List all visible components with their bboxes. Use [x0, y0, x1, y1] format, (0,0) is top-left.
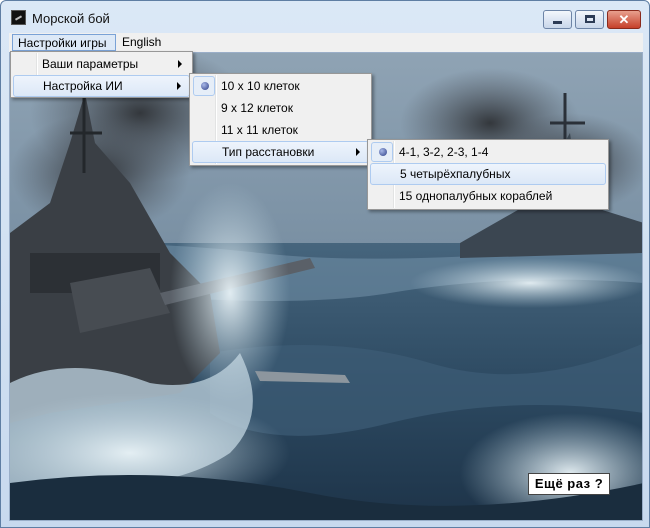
maximize-button[interactable] [575, 10, 604, 29]
menu-item-label: Настройка ИИ [43, 79, 123, 93]
radio-selected-icon [201, 82, 209, 90]
settings-dropdown: Ваши параметры Настройка ИИ [10, 51, 193, 98]
window-title: Морской бой [32, 11, 110, 26]
menu-item-your-parameters[interactable]: Ваши параметры [13, 53, 190, 75]
app-icon [11, 10, 26, 25]
minimize-icon [553, 21, 562, 24]
restart-button[interactable]: Ещё раз ? [528, 473, 610, 495]
menu-item-placement-fifteen-single[interactable]: 15 однопалубных кораблей [370, 185, 606, 207]
placement-type-submenu: 4-1, 3-2, 2-3, 1-4 5 четырёхпалубных 15 … [367, 139, 609, 210]
radio-selected-icon [379, 148, 387, 156]
menu-item-label: Тип расстановки [222, 145, 315, 159]
menu-item-grid-11x11[interactable]: 11 x 11 клеток [192, 119, 369, 141]
menu-item-placement-five-four-deck[interactable]: 5 четырёхпалубных [370, 163, 606, 185]
minimize-button[interactable] [543, 10, 572, 29]
submenu-arrow-icon [178, 60, 182, 68]
menu-item-placement-type[interactable]: Тип расстановки [192, 141, 369, 163]
menu-item-label: 15 однопалубных кораблей [399, 189, 553, 203]
maximize-icon [585, 15, 595, 23]
close-button[interactable]: ✕ [607, 10, 641, 29]
menu-item-label: 5 четырёхпалубных [400, 167, 511, 181]
menu-game-settings[interactable]: Настройки игры [12, 34, 116, 51]
menu-english[interactable]: English [117, 34, 166, 51]
ai-settings-submenu: 10 x 10 клеток 9 x 12 клеток 11 x 11 кле… [189, 73, 372, 166]
menu-item-label: 10 x 10 клеток [221, 79, 300, 93]
submenu-arrow-icon [356, 148, 360, 156]
menu-item-label: Ваши параметры [42, 57, 139, 71]
menu-item-placement-classic[interactable]: 4-1, 3-2, 2-3, 1-4 [370, 141, 606, 163]
menu-item-ai-settings[interactable]: Настройка ИИ [13, 75, 190, 97]
menu-item-grid-9x12[interactable]: 9 x 12 клеток [192, 97, 369, 119]
menu-item-label: 9 x 12 клеток [221, 101, 293, 115]
menu-item-grid-10x10[interactable]: 10 x 10 клеток [192, 75, 369, 97]
submenu-arrow-icon [177, 82, 181, 90]
menu-item-label: 4-1, 3-2, 2-3, 1-4 [399, 145, 489, 159]
menu-bar: Настройки игры English [9, 33, 643, 52]
close-icon: ✕ [618, 12, 630, 27]
title-bar[interactable]: Морской бой ✕ [1, 1, 649, 33]
menu-item-label: 11 x 11 клеток [221, 123, 298, 137]
